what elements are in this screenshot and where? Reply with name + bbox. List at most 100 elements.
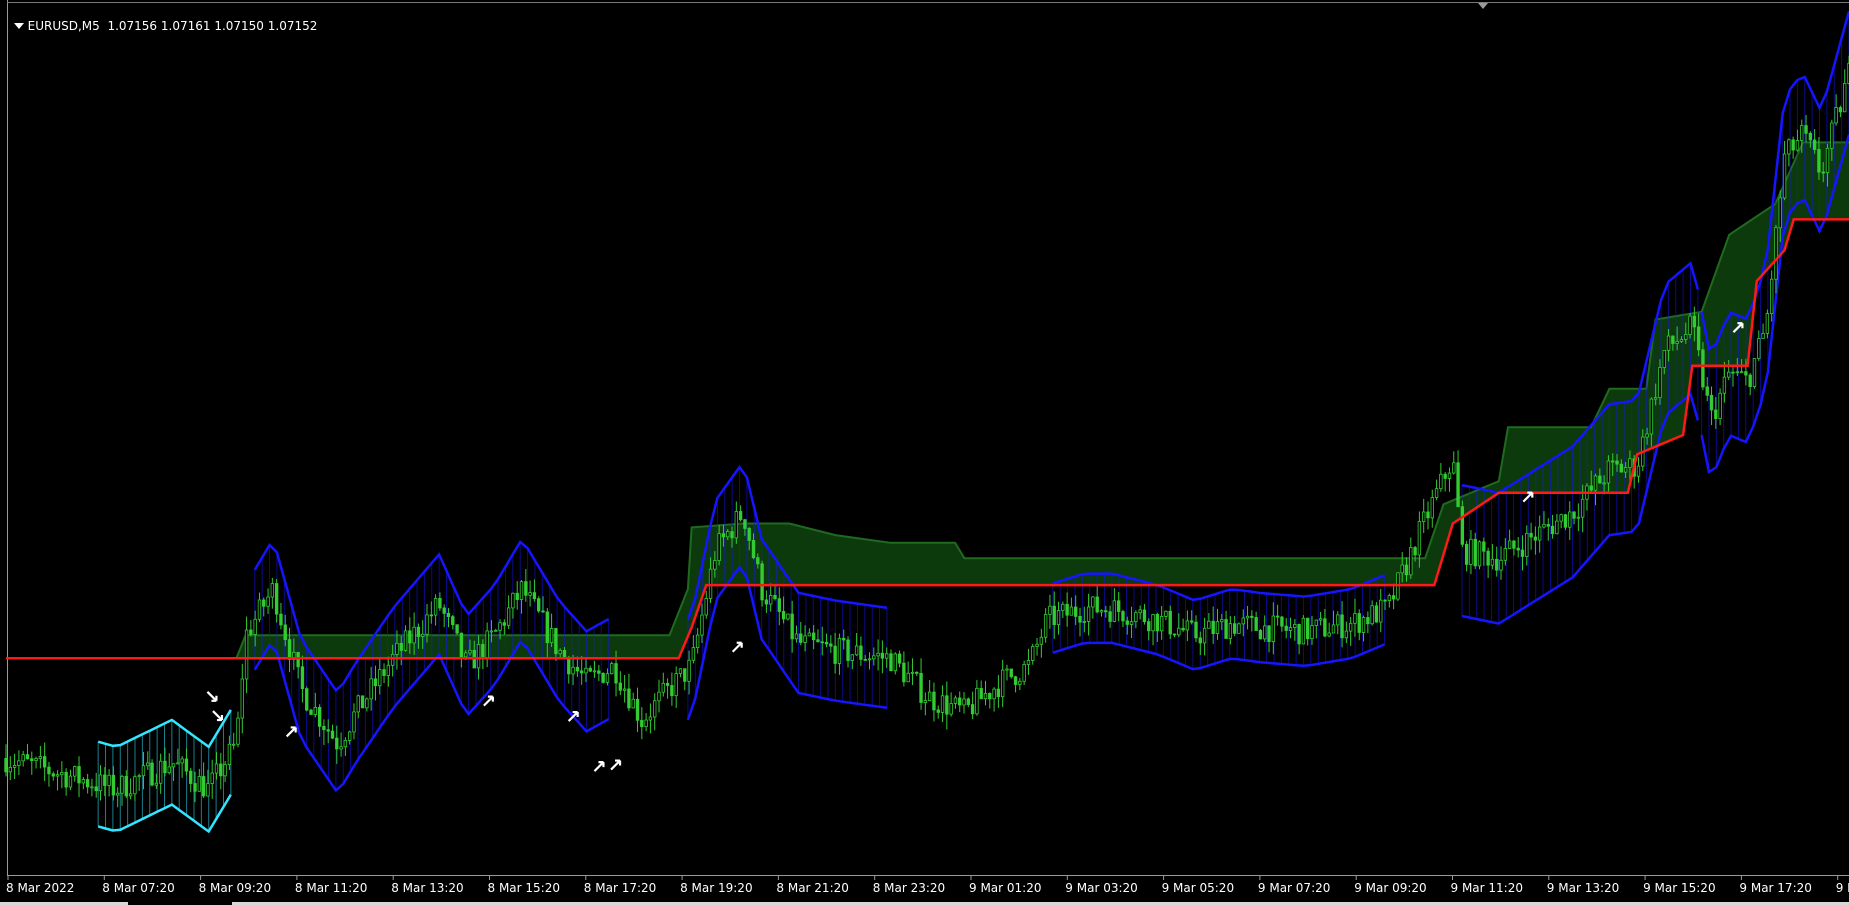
candle-body	[408, 630, 412, 644]
candle-body	[1043, 614, 1048, 638]
candle-body	[880, 652, 885, 659]
candle-body	[494, 629, 498, 632]
candle-body	[1168, 610, 1172, 635]
candle-body	[1116, 600, 1121, 612]
time-tick-label: 8 Mar 17:20	[584, 881, 657, 895]
candle-body	[1825, 147, 1830, 174]
candle-body	[1477, 541, 1482, 567]
candle-body	[511, 592, 515, 609]
candle-body	[1520, 549, 1525, 557]
candle-body	[8, 766, 12, 773]
candle-body	[1112, 600, 1117, 622]
candle-body	[1503, 548, 1508, 561]
candle-body	[1391, 595, 1396, 600]
candle-body	[403, 630, 408, 651]
candle-body	[1838, 107, 1843, 113]
candle-body	[1383, 599, 1387, 602]
candle-body	[1808, 132, 1813, 141]
candle-body	[244, 629, 249, 680]
candle-body	[1482, 541, 1486, 552]
candle-body	[1357, 613, 1361, 633]
candle-body	[1439, 473, 1443, 490]
candle-body	[683, 668, 687, 682]
candle-body	[988, 693, 992, 700]
candle-body	[94, 786, 98, 792]
candle-body	[833, 645, 837, 664]
candle-body	[1662, 349, 1666, 368]
candle-body	[1009, 668, 1013, 678]
time-tick-label: 8 Mar 09:20	[199, 881, 272, 895]
candle-body	[910, 671, 915, 674]
candle-body	[816, 639, 820, 643]
candle-body	[1821, 171, 1825, 174]
time-tick-label: 8 Mar 19:20	[680, 881, 753, 895]
candle-body	[515, 592, 519, 600]
candle-body	[644, 719, 648, 728]
candle-body	[1671, 335, 1675, 344]
candle-body	[1580, 498, 1585, 518]
candle-body	[133, 776, 137, 795]
candle-body	[158, 760, 163, 784]
candle-body	[326, 729, 330, 732]
candle-body	[571, 666, 575, 675]
candle-body	[279, 613, 283, 626]
candle-body	[721, 533, 726, 538]
candle-body	[21, 754, 25, 762]
candle-body	[1181, 627, 1185, 631]
candle-body	[996, 688, 1001, 698]
candle-body	[137, 775, 141, 778]
candle-body	[979, 687, 983, 700]
candle-body	[343, 740, 348, 748]
candle-body	[193, 783, 197, 792]
candle-body	[1121, 611, 1125, 622]
candle-body	[889, 653, 893, 672]
candle-body	[1241, 617, 1245, 625]
candle-body	[1263, 625, 1267, 640]
candle-body	[111, 774, 116, 796]
candle-body	[1722, 376, 1727, 394]
candle-body	[1091, 596, 1095, 608]
candle-body	[1795, 140, 1800, 151]
candle-body	[794, 633, 799, 640]
candle-body	[1490, 558, 1495, 566]
time-tick-label: 9 M	[1836, 881, 1849, 895]
candle-body	[1147, 621, 1151, 632]
candle-body	[1202, 627, 1207, 644]
candle-body	[859, 645, 863, 660]
candle-body	[1267, 625, 1271, 643]
candle-body	[1297, 623, 1301, 645]
candle-body	[665, 682, 670, 686]
candle-body	[1348, 622, 1353, 632]
candle-body	[1559, 514, 1563, 522]
candle-body	[601, 672, 605, 683]
candle-body	[622, 688, 627, 691]
candle-body	[653, 700, 657, 718]
time-tick-label: 8 Mar 2022	[6, 881, 74, 895]
dropdown-triangle-icon[interactable]	[13, 23, 24, 29]
candle-body	[1473, 538, 1477, 567]
candle-body	[1658, 367, 1662, 398]
chart-canvas[interactable]: 8 Mar 2022 8 Mar 07:20 8 Mar 09:20 8 Mar 11…	[0, 0, 1849, 905]
candle-body	[73, 766, 77, 777]
candle-body	[932, 691, 936, 711]
candle-body	[1563, 514, 1568, 528]
candle-body	[1245, 615, 1250, 619]
candle-body	[1727, 371, 1731, 378]
candle-body	[635, 698, 640, 721]
candle-body	[270, 583, 275, 598]
candle-body	[1679, 339, 1684, 342]
candle-body	[1653, 397, 1658, 400]
candle-body	[773, 595, 777, 600]
candle-body	[176, 762, 180, 765]
candle-body	[1228, 623, 1233, 639]
candle-body	[1774, 227, 1778, 280]
candle-body	[412, 626, 416, 644]
candle-body	[365, 698, 369, 709]
candle-body	[1366, 617, 1370, 625]
candle-body	[141, 765, 146, 777]
candle-body	[747, 528, 751, 541]
candle-body	[249, 629, 253, 635]
candle-body	[1568, 511, 1572, 528]
candle-body	[1666, 335, 1671, 351]
candle-body	[1791, 139, 1795, 151]
